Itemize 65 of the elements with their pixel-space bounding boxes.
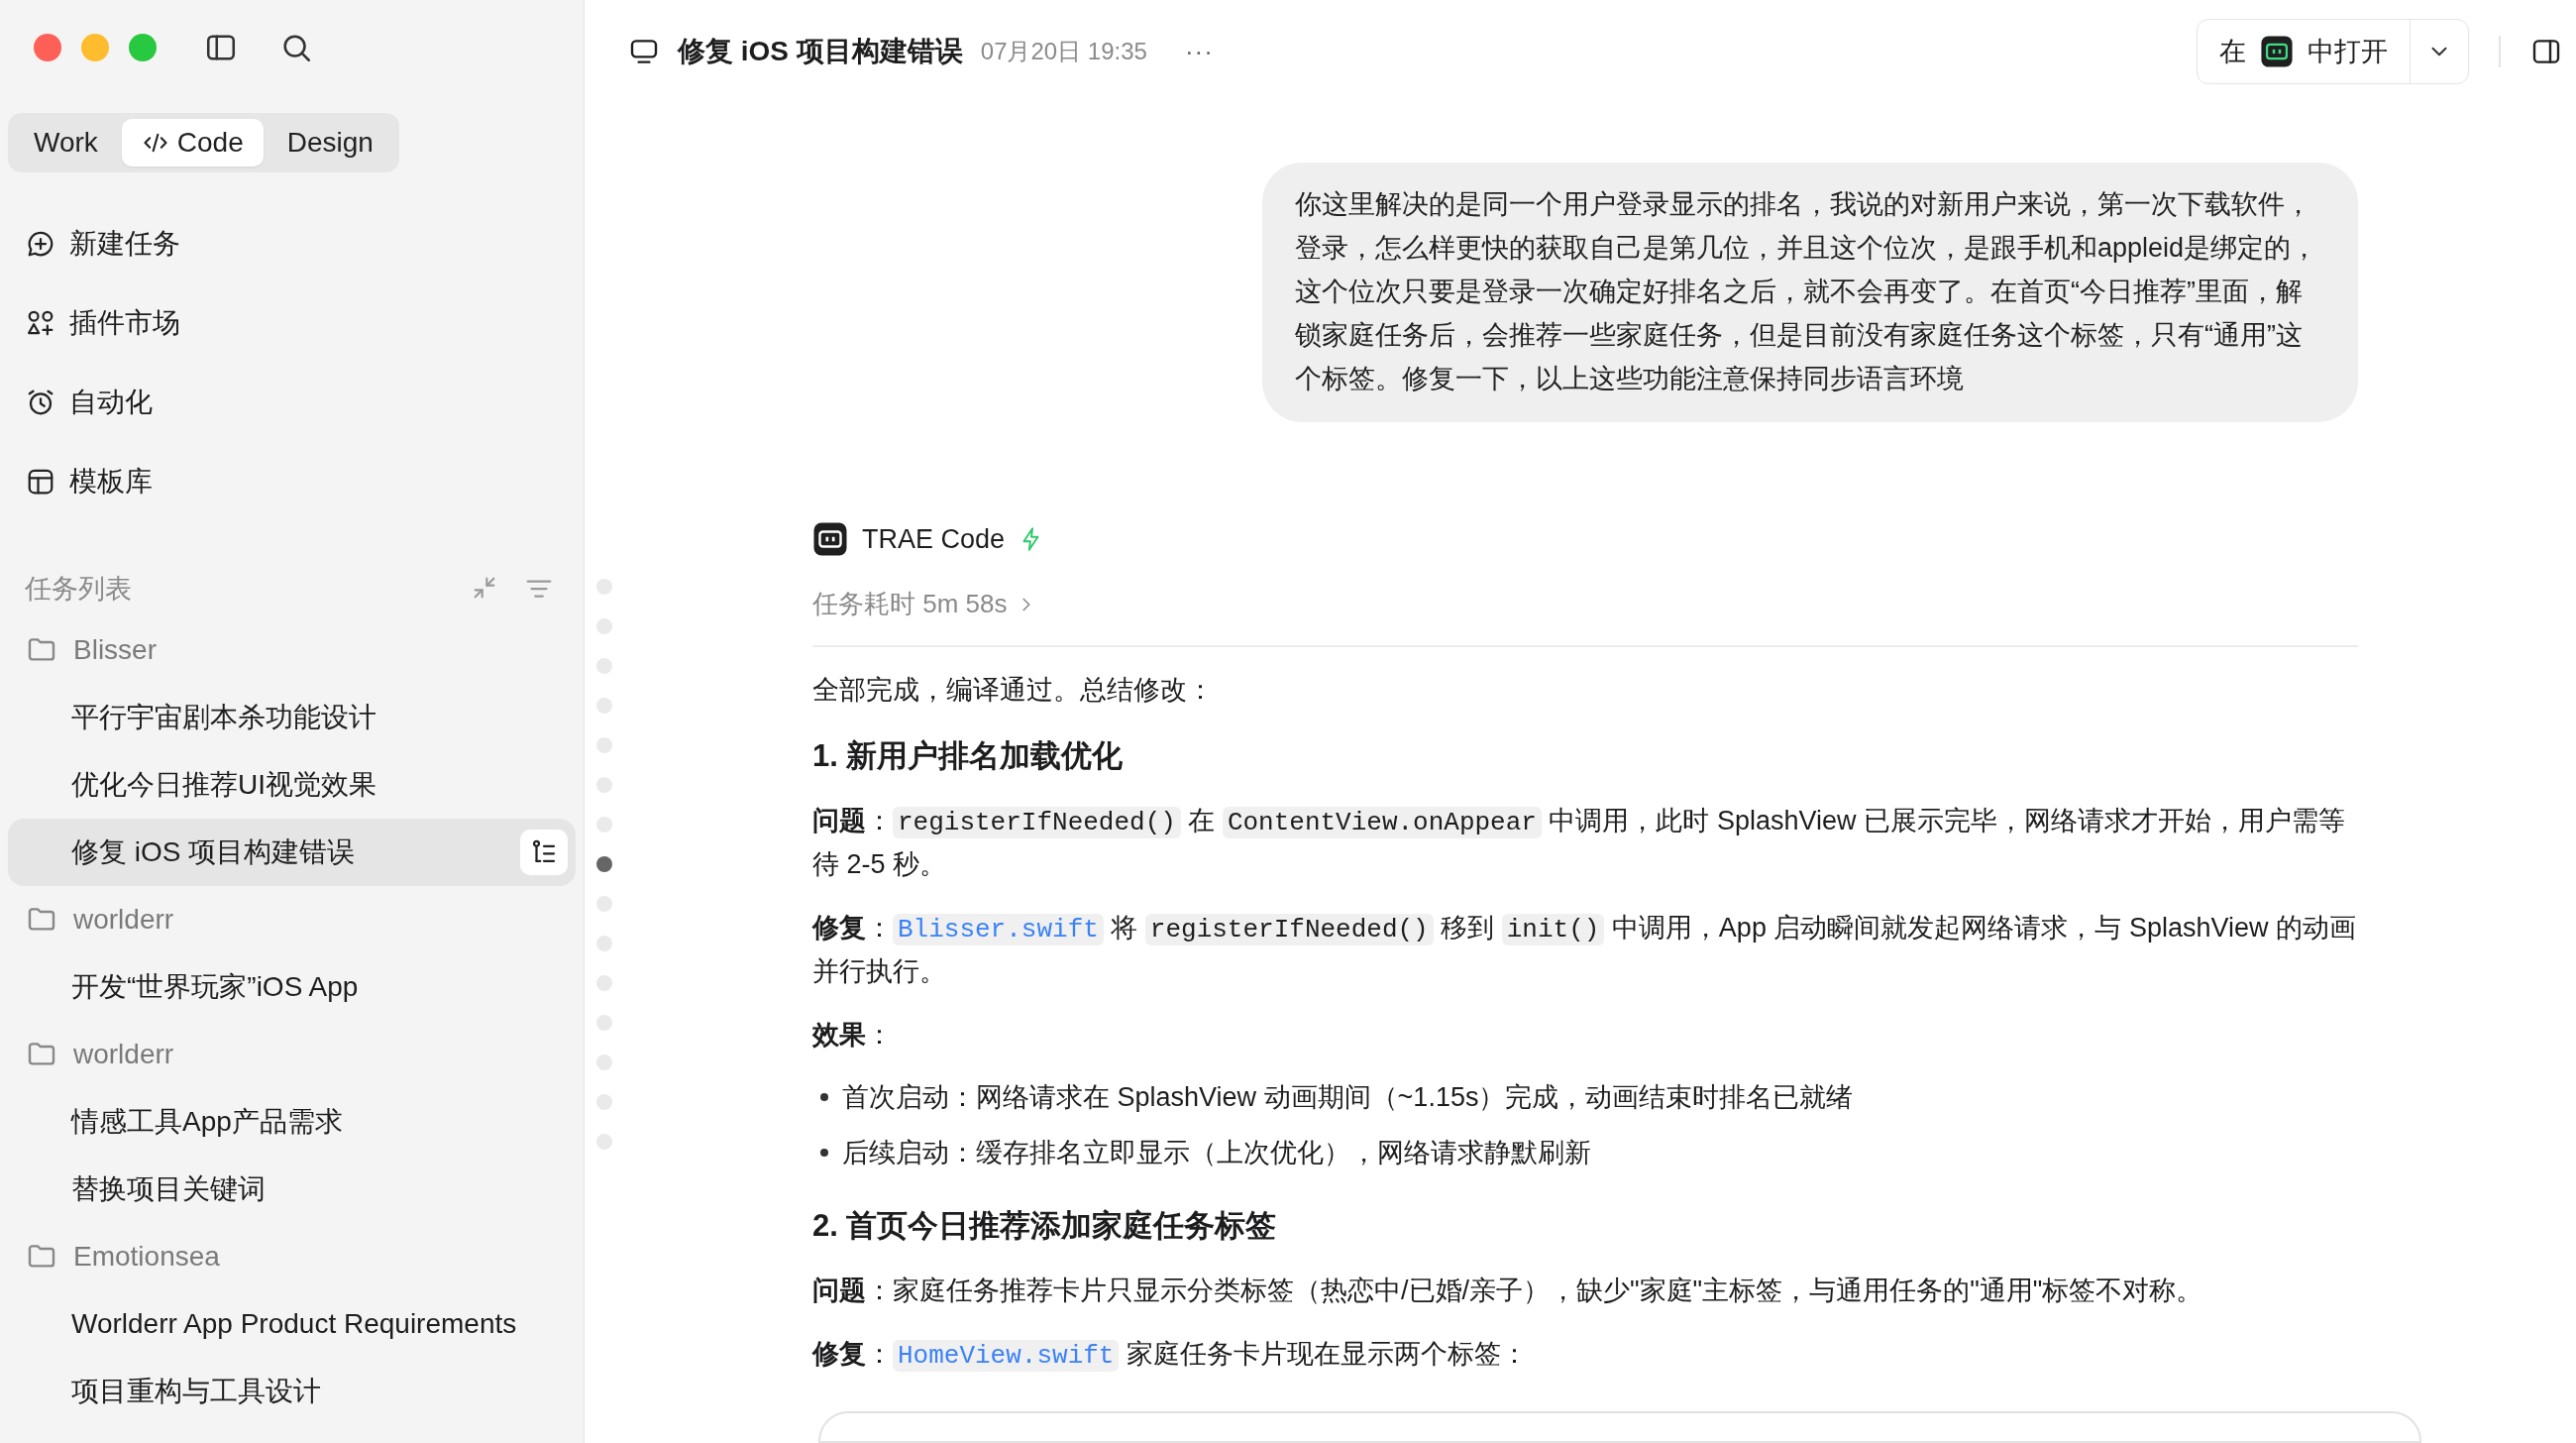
section-heading: 1. 新用户排名加载优化 [812,737,1125,775]
robot-icon [812,521,848,557]
paragraph: 效果： [812,1019,894,1052]
nav-item[interactable]: 自动化 [8,363,576,442]
task-title: 替换项目关键词 [71,1172,266,1206]
assistant-name: TRAE Code [862,523,1006,555]
minimize-button[interactable] [81,34,109,61]
section-title: 任务列表 [25,573,132,606]
task-item[interactable]: 开发“世界玩家”iOS App [8,953,576,1021]
task-title: Worlderr App Product Requirements [71,1308,517,1340]
outline-button[interactable] [520,830,568,875]
task-item[interactable]: 情感工具App产品需求 [8,1088,576,1156]
task-title: 修复 iOS 项目构建错误 [678,35,963,68]
paragraph: 修复： Blisser.swift 将 registerIfNeeded() 移到 init() 中调用，App 启动瞬间就发起网络请求，与 SplashView 的动画并行执行。 [812,912,2357,988]
task-title: 项目重构与工具设计 [71,1375,321,1408]
open-in-label[interactable]: 在 中打开 [2198,20,2411,83]
task-item[interactable]: 优化今日推荐UI视觉效果 [8,751,576,819]
bullet-icon [820,1093,828,1101]
alarm-clock-icon [26,388,55,417]
project-folder[interactable]: worlderr [8,886,576,953]
nav-item[interactable]: 新建任务 [8,204,576,283]
layout-icon [26,467,55,497]
inline-code: ContentView.onAppear [1222,807,1542,838]
mode-tab[interactable]: Work [14,119,118,166]
paragraph: 问题： registerIfNeeded() 在 ContentView.onAppear 中调用，此时 SplashView 已展示完毕，网络请求才开始，用户需等待 2-5 秒。 [812,805,2347,881]
message-input[interactable] [818,1411,2421,1443]
task-item[interactable]: 修复 iOS 项目构建错误 [8,819,576,886]
task-title: 修复 iOS 项目构建错误 [71,835,356,869]
list-item-text: 后续启动：缓存排名立即显示（上次优化），网络请求静默刷新 [842,1137,1591,1169]
user-message: 你这里解决的是同一个用户登录显示的排名，我说的对新用户来说，第一次下载软件，登录，怎么样更快的获取自己是第几位，并且这个位次，是跟手机和appleid是绑定的，这个位次只要是登录一次确定好排名之后，就不会再变了。在首页“今日推荐”里面，解锁家庭任务后，会推荐一些家庭任务，但是目前没有家庭任务这个标签，只有“通用”这个标签。修复一下，以上这些功能注意保持同步语言环境 [1262,163,2358,422]
list-item-text: 首次启动：网络请求在 SplashView 动画期间（~1.15s）完成，动画结束时排名已就绪 [842,1081,1854,1114]
project-folder[interactable]: worlderr [8,1021,576,1088]
task-title: 优化今日推荐UI视觉效果 [71,768,376,802]
task-item[interactable]: Worlderr App Product Requirements [8,1290,576,1358]
nav-item[interactable]: 模板库 [8,442,576,521]
timestamp: 07月20日 19:35 [980,37,1147,66]
section-heading: 2. 首页今日推荐添加家庭任务标签 [812,1207,1278,1245]
shapes-icon [26,308,55,338]
bullet-icon [820,1149,828,1157]
close-button[interactable] [34,34,61,61]
task-title: 开发“世界玩家”iOS App [71,970,359,1004]
turn-marker[interactable] [596,856,612,872]
inline-code: registerIfNeeded() [1144,914,1434,945]
inline-code: registerIfNeeded() [893,807,1181,838]
project-folder[interactable]: Emotionsea [8,1223,576,1290]
open-suffix: 中打开 [2308,36,2388,68]
task-title: 平行宇宙剧本杀功能设计 [71,701,376,734]
nav-item[interactable]: 插件市场 [8,283,576,363]
mode-tab[interactable]: Design [267,119,393,166]
task-item[interactable]: 替换项目关键词 [8,1156,576,1223]
mode-tab[interactable]: Code [121,119,264,166]
paragraph: 问题：家庭任务推荐卡片只显示分类标签（热恋中/已婚/亲子），缺少"家庭"主标签，与通用任务的"通用"标签不对称。 [812,1275,2204,1307]
chat-plus-icon [26,229,55,259]
more-button[interactable]: ··· [1178,35,1220,68]
task-title: 情感工具App产品需求 [71,1105,343,1139]
zoom-button[interactable] [129,34,157,61]
project-folder[interactable]: Blisser [8,616,576,684]
open-prefix: 在 [2219,36,2246,68]
paragraph: 全部完成，编译通过。总结修改： [812,674,1215,707]
task-item[interactable]: 项目重构与工具设计 [8,1358,576,1425]
inline-code: init() [1501,914,1605,945]
app-icon [2260,35,2294,68]
paragraph: 修复： HomeView.swift 家庭任务卡片现在显示两个标签： [812,1338,1529,1374]
open-in-button[interactable]: 在 中打开 [2197,19,2469,84]
task-item[interactable]: 平行宇宙剧本杀功能设计 [8,684,576,751]
